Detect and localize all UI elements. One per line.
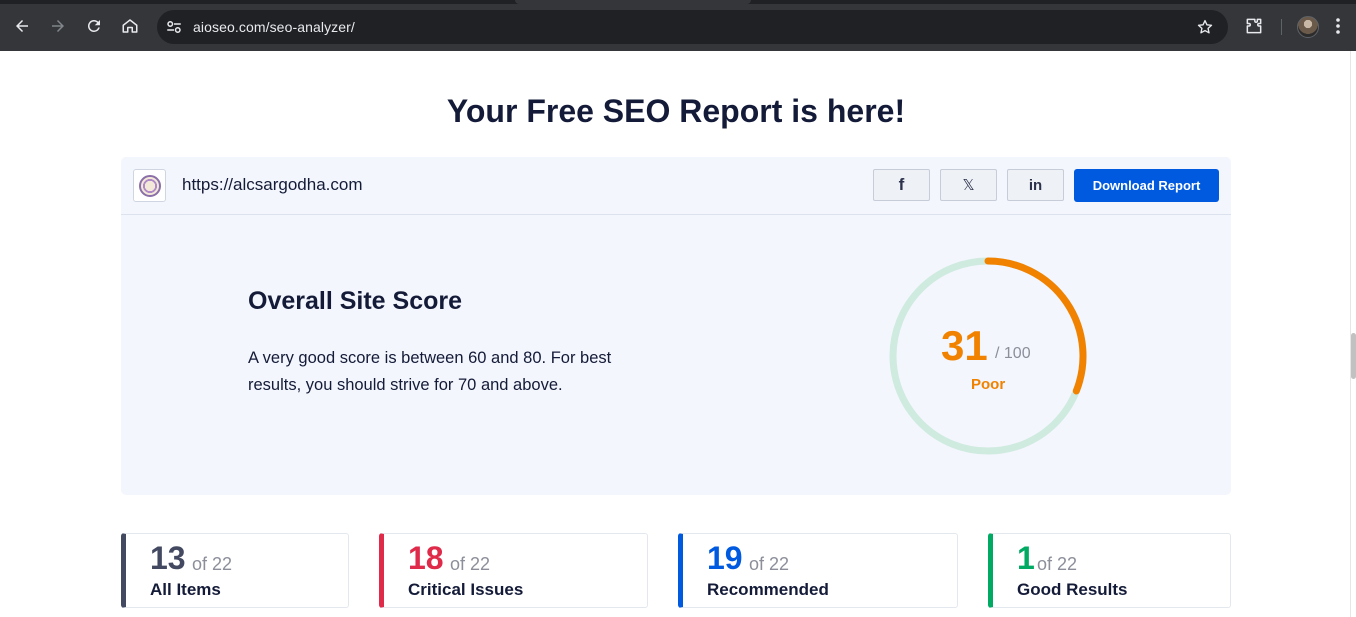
analyzed-site-url: https://alcsargodha.com (182, 175, 363, 194)
stat-card-all-items[interactable]: 13 of 22 All Items (121, 533, 349, 608)
score-value: 31 (941, 322, 988, 369)
gauge-progress-arc (984, 257, 1087, 395)
stat-total: of 22 (749, 554, 790, 574)
stat-count: 19 (707, 540, 743, 576)
score-total: / 100 (995, 345, 1031, 362)
page-content: Your Free SEO Report is here! https://al… (0, 51, 1356, 617)
stat-total: of 22 (192, 554, 233, 574)
bookmark-star-icon[interactable] (1196, 18, 1214, 36)
score-rating: Poor (971, 376, 1006, 393)
share-facebook-button[interactable]: f (873, 169, 930, 201)
back-arrow-icon (16, 20, 28, 32)
address-bar[interactable]: aioseo.com/seo-analyzer/ (157, 10, 1228, 44)
score-gauge (889, 257, 1087, 455)
stat-card-recommended[interactable]: 19 of 22 Recommended (678, 533, 958, 608)
site-favicon (133, 169, 166, 202)
reload-button[interactable] (81, 13, 107, 39)
stat-total: of 22 (450, 554, 491, 574)
score-description: A very good score is between 60 and 80. … (248, 349, 612, 394)
stat-count: 18 (408, 540, 444, 576)
stat-count: 13 (150, 540, 186, 576)
tab-strip (0, 0, 1356, 4)
home-button[interactable] (117, 13, 143, 39)
stat-total: of 22 (1037, 554, 1078, 574)
report-card: https://alcsargodha.com f 𝕏 in Download … (121, 157, 1231, 495)
extensions-puzzle-icon[interactable] (1244, 16, 1264, 36)
stat-label: Good Results (1017, 580, 1128, 599)
facebook-icon: f (898, 175, 905, 194)
report-header: https://alcsargodha.com f 𝕏 in Download … (121, 157, 1231, 215)
back-button[interactable] (9, 13, 35, 39)
reload-icon (87, 19, 100, 32)
stat-card-good-results[interactable]: 1 of 22 Good Results (988, 533, 1231, 608)
forward-button[interactable] (45, 13, 71, 39)
share-linkedin-button[interactable]: in (1007, 169, 1064, 201)
download-report-button[interactable]: Download Report (1074, 169, 1219, 202)
stat-label: Critical Issues (408, 580, 524, 599)
share-x-button[interactable]: 𝕏 (940, 169, 997, 201)
scrollbar-thumb[interactable] (1351, 333, 1356, 379)
forward-arrow-icon (52, 20, 64, 32)
x-logo-icon: 𝕏 (962, 176, 975, 194)
site-info-icon[interactable] (165, 18, 183, 36)
home-icon (122, 19, 138, 33)
browser-toolbar: aioseo.com/seo-analyzer/ (0, 0, 1356, 51)
stat-label: All Items (150, 580, 221, 599)
profile-avatar[interactable] (1297, 16, 1319, 38)
toolbar-divider (1281, 19, 1282, 35)
site-logo-seal (138, 174, 161, 197)
stat-card-critical-issues[interactable]: 18 of 22 Critical Issues (379, 533, 648, 608)
active-tab-edge[interactable] (515, 0, 751, 4)
page-title: Your Free SEO Report is here! (446, 93, 906, 129)
stat-label: Recommended (707, 580, 829, 599)
more-menu-icon[interactable] (1335, 17, 1341, 35)
score-heading: Overall Site Score (248, 287, 463, 315)
url-text[interactable]: aioseo.com/seo-analyzer/ (193, 19, 355, 35)
linkedin-icon: in (1028, 176, 1043, 194)
stat-count: 1 (1017, 540, 1035, 576)
